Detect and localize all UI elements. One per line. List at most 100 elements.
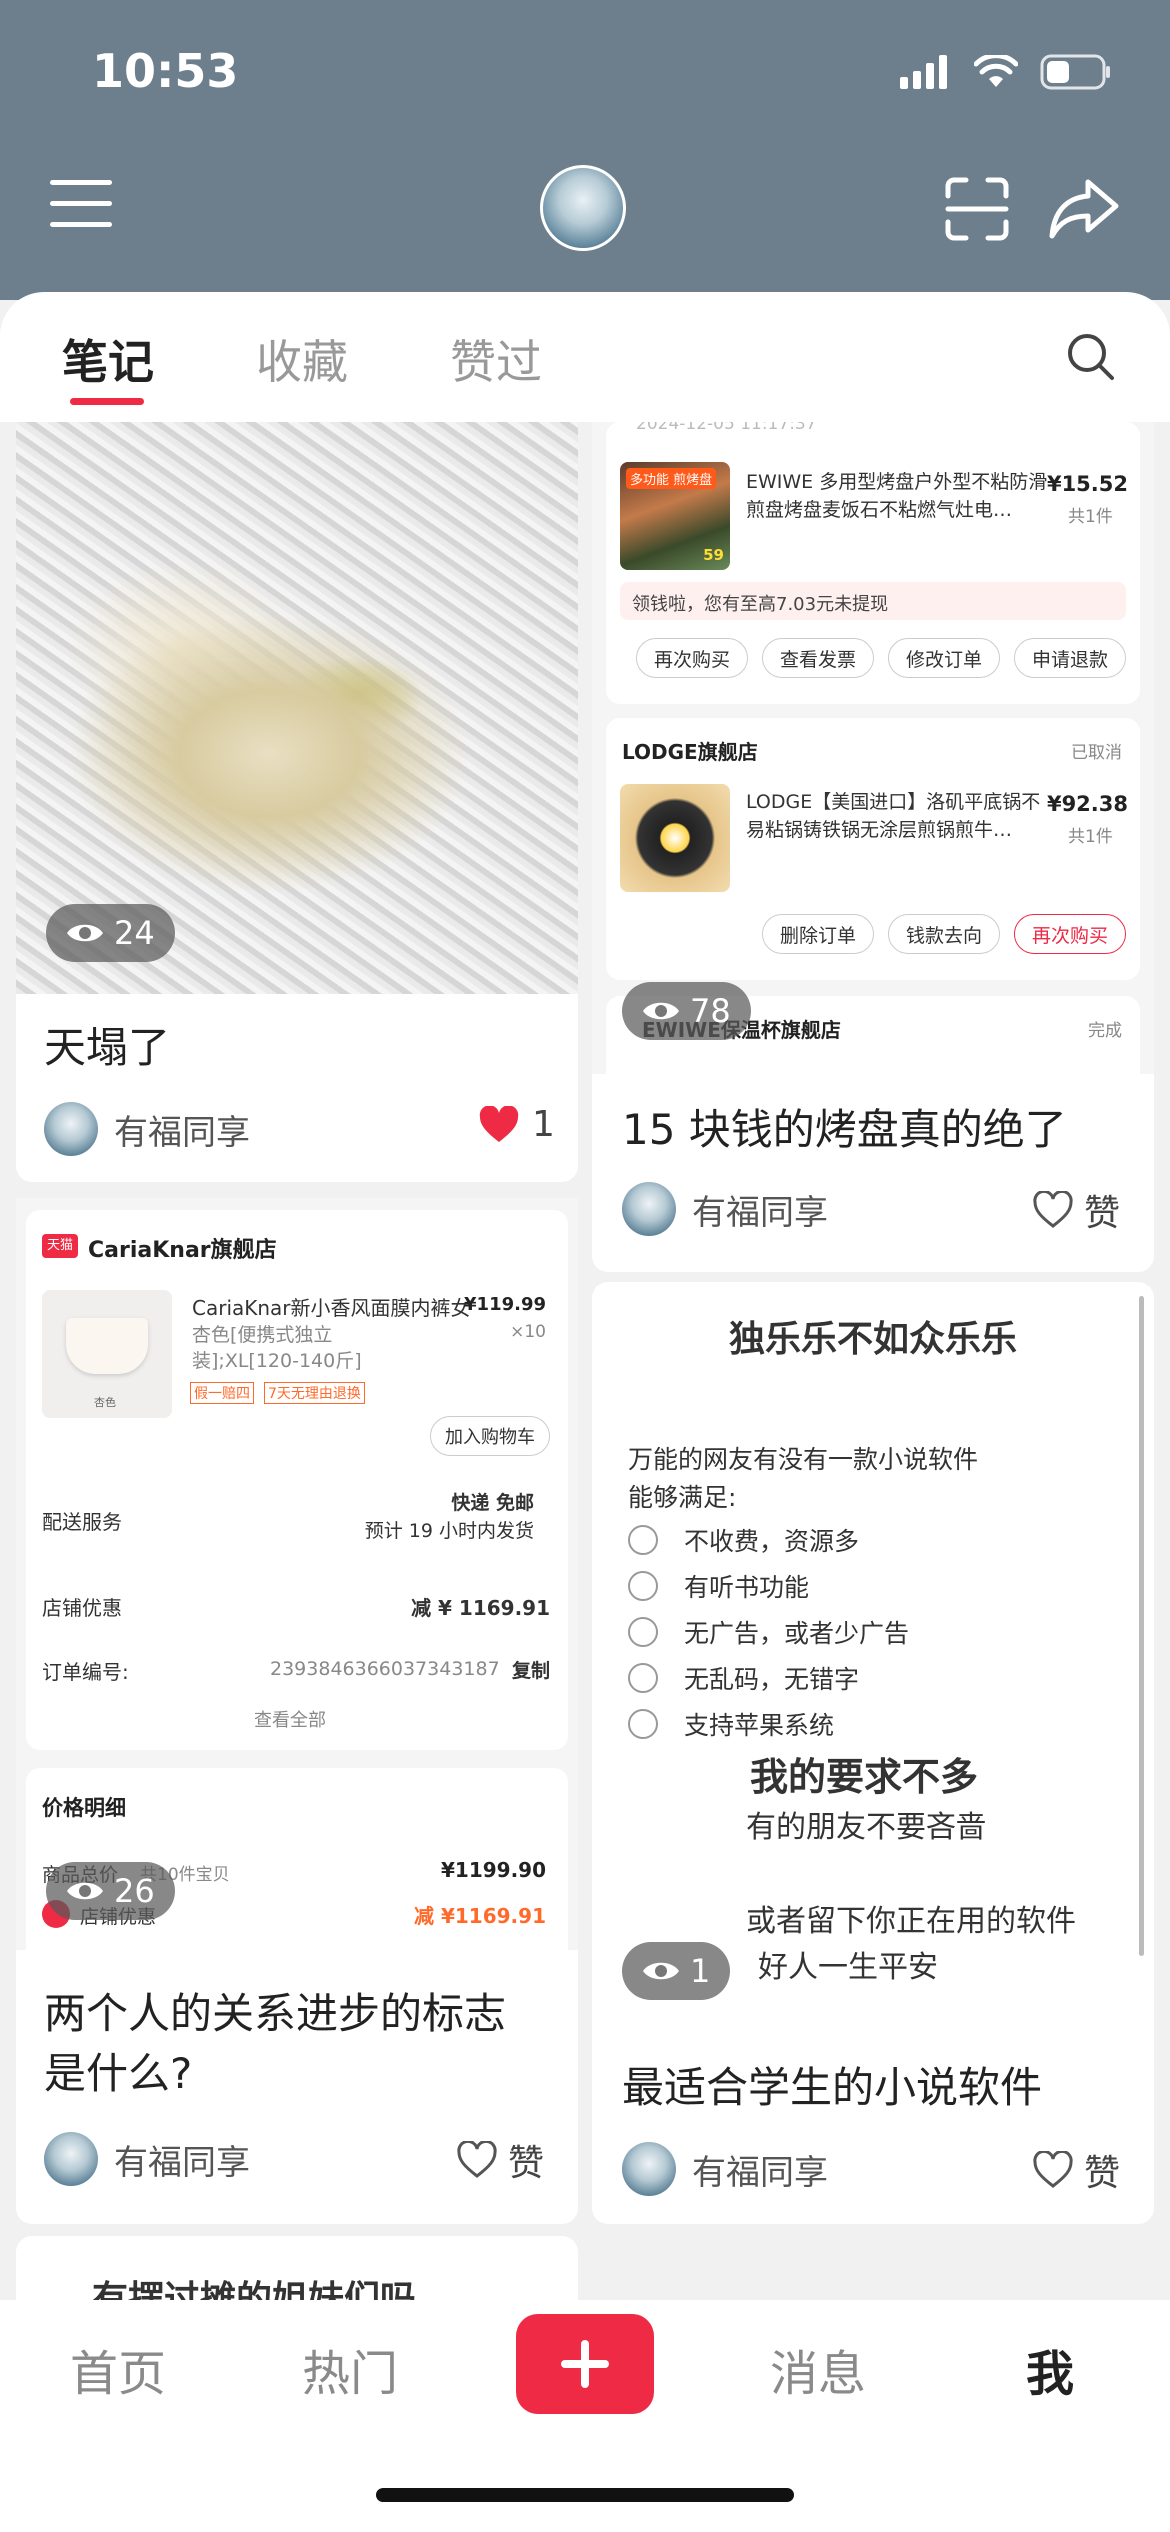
note-title[interactable]: 最适合学生的小说软件 bbox=[622, 2058, 1042, 2118]
thumb-badge: 多功能 煎烤盘 bbox=[626, 468, 717, 489]
share-icon[interactable] bbox=[1048, 176, 1120, 242]
like-button[interactable]: 1 bbox=[478, 1104, 555, 1145]
tab-favorites[interactable]: 收藏 bbox=[256, 326, 348, 392]
nav-home[interactable]: 首页 bbox=[70, 2334, 166, 2404]
shipping-method: 快递 免邮 bbox=[451, 1492, 534, 1514]
status-icons bbox=[900, 54, 1112, 90]
store-name[interactable]: LODGE旗舰店 bbox=[622, 736, 758, 765]
text-line: 或者留下你正在用的软件 bbox=[746, 1904, 1076, 1939]
nav-me[interactable]: 我 bbox=[1026, 2334, 1074, 2404]
product-name: EWIWE 多用型烤盘户外型不粘防滑煎盘烤盘麦饭石不粘燃气灶电… bbox=[746, 471, 1048, 521]
like-count: 1 bbox=[532, 1104, 555, 1145]
cash-notice[interactable]: 领钱啦，您有至高7.03元未提现 bbox=[620, 582, 1126, 620]
view-count: 78 bbox=[690, 992, 731, 1030]
product-thumb: 杏色 bbox=[42, 1290, 172, 1418]
tab-underline bbox=[70, 398, 144, 405]
rebuy-button[interactable]: 再次购买 bbox=[1014, 914, 1126, 954]
delete-order-button[interactable]: 删除订单 bbox=[762, 914, 874, 954]
menu-button[interactable] bbox=[50, 180, 112, 230]
radio-circle-icon bbox=[628, 1709, 658, 1739]
tab-notes[interactable]: 笔记 bbox=[62, 326, 154, 392]
modify-order-button[interactable]: 修改订单 bbox=[888, 638, 1000, 678]
radio-circle-icon bbox=[628, 1617, 658, 1647]
return-tag: 7天无理由退换 bbox=[264, 1382, 365, 1404]
nav-messages[interactable]: 消息 bbox=[770, 2334, 866, 2404]
status-time: 10:53 bbox=[92, 44, 239, 98]
eye-icon bbox=[643, 1002, 679, 1020]
like-label: 赞 bbox=[1084, 2153, 1121, 2194]
view-count-badge: 1 bbox=[622, 1942, 731, 2000]
heart-outline-icon bbox=[1033, 1191, 1073, 1228]
checklist-item: 支持苹果系统 bbox=[628, 1706, 834, 1742]
thumb-price: 59 bbox=[703, 546, 724, 564]
radio-circle-icon bbox=[628, 1571, 658, 1601]
eye-icon bbox=[67, 1882, 103, 1900]
add-to-cart-button[interactable]: 加入购物车 bbox=[430, 1416, 550, 1456]
rebuy-button[interactable]: 再次购买 bbox=[636, 638, 748, 678]
author[interactable]: 有福同享 bbox=[622, 1182, 828, 1236]
shipping-eta: 预计 19 小时内发货 bbox=[364, 1520, 534, 1542]
author[interactable]: 有福同享 bbox=[622, 2142, 828, 2196]
author-avatar bbox=[622, 2142, 676, 2196]
home-indicator bbox=[376, 2488, 794, 2502]
order-panel: 天猫 CariaKnar旗舰店 杏色 CariaKnar新小香风面膜内裤女 杏色… bbox=[26, 1210, 568, 1750]
product-price: ¥15.52 bbox=[1046, 472, 1128, 496]
tab-liked[interactable]: 赞过 bbox=[450, 326, 542, 392]
heart-filled-icon bbox=[479, 1105, 519, 1142]
text-intro: 万能的网友有没有一款小说软件 bbox=[628, 1445, 979, 1474]
product-thumb: 多功能 煎烤盘 59 bbox=[620, 462, 730, 570]
scan-icon[interactable] bbox=[944, 176, 1010, 242]
view-all-link[interactable]: 查看全部 bbox=[254, 1706, 326, 1732]
author[interactable]: 有福同享 bbox=[44, 1102, 250, 1156]
avatar[interactable] bbox=[540, 165, 626, 251]
radio-circle-icon bbox=[628, 1525, 658, 1555]
order-number-label: 订单编号: bbox=[42, 1660, 129, 1684]
note-title[interactable]: 15 块钱的烤盘真的绝了 bbox=[622, 1100, 1067, 1160]
radio-circle-icon bbox=[628, 1663, 658, 1693]
text-line: 好人一生平安 bbox=[758, 1950, 938, 1985]
order-screenshot[interactable]: 2024-12-05 11:17:37 多功能 煎烤盘 59 EWIWE 多用型… bbox=[592, 422, 1154, 1074]
order-screenshot[interactable]: 天猫 CariaKnar旗舰店 杏色 CariaKnar新小香风面膜内裤女 杏色… bbox=[16, 1198, 578, 1950]
heart-outline-icon bbox=[1033, 2151, 1073, 2188]
order-status: 完成 bbox=[1088, 1021, 1122, 1041]
like-label: 赞 bbox=[508, 2143, 545, 2184]
store-name[interactable]: CariaKnar旗舰店 bbox=[88, 1232, 277, 1264]
like-button[interactable]: 赞 bbox=[1032, 2144, 1120, 2196]
product-name: CariaKnar新小香风面膜内裤女 bbox=[192, 1296, 471, 1320]
text-screenshot[interactable]: 独乐乐不如众乐乐 万能的网友有没有一款小说软件 能够满足: 不收费，资源多 有听… bbox=[596, 1286, 1150, 2026]
like-button[interactable]: 赞 bbox=[1032, 1184, 1120, 1236]
plus-icon bbox=[561, 2340, 609, 2388]
view-count-badge: 24 bbox=[46, 904, 175, 962]
view-count: 1 bbox=[690, 1952, 711, 1990]
order-date: 2024-12-05 11:17:37 bbox=[636, 422, 817, 434]
author-avatar bbox=[44, 2132, 98, 2186]
note-title[interactable]: 天塌了 bbox=[44, 1018, 170, 1078]
tab-bar: 笔记 收藏 赞过 bbox=[0, 292, 1170, 422]
view-count: 24 bbox=[114, 914, 155, 952]
like-button[interactable]: 赞 bbox=[456, 2134, 544, 2186]
refund-button[interactable]: 申请退款 bbox=[1014, 638, 1126, 678]
price-detail-title: 价格明细 bbox=[42, 1796, 126, 1820]
author-name: 有福同享 bbox=[692, 2152, 828, 2193]
product-price: ¥92.38 bbox=[1046, 792, 1128, 816]
author[interactable]: 有福同享 bbox=[44, 2132, 250, 2186]
author-avatar bbox=[44, 1102, 98, 1156]
money-flow-button[interactable]: 钱款去向 bbox=[888, 914, 1000, 954]
view-count-badge: 26 bbox=[46, 1862, 175, 1920]
note-title[interactable]: 两个人的关系进步的标志是什么? bbox=[44, 1984, 544, 2104]
order-panel-2: LODGE旗舰店 已取消 LODGE【美国进口】洛矶平底锅不易粘锅铸铁锅无涂层煎… bbox=[606, 718, 1140, 980]
search-icon[interactable] bbox=[1066, 332, 1116, 382]
publish-button[interactable] bbox=[516, 2314, 654, 2414]
author-avatar bbox=[622, 1182, 676, 1236]
text-line: 有的朋友不要吝啬 bbox=[746, 1810, 986, 1845]
discount-label: 店铺优惠 bbox=[42, 1596, 122, 1620]
scrollbar bbox=[1139, 1296, 1144, 1956]
checklist-item: 无乱码，无错字 bbox=[628, 1660, 859, 1696]
nav-trending[interactable]: 热门 bbox=[302, 2334, 398, 2404]
battery-icon bbox=[1040, 54, 1110, 90]
view-count-badge: 78 bbox=[622, 982, 751, 1040]
invoice-button[interactable]: 查看发票 bbox=[762, 638, 874, 678]
copy-button[interactable]: 复制 bbox=[512, 1656, 550, 1683]
view-count: 26 bbox=[114, 1872, 155, 1910]
wifi-icon bbox=[974, 55, 1018, 87]
